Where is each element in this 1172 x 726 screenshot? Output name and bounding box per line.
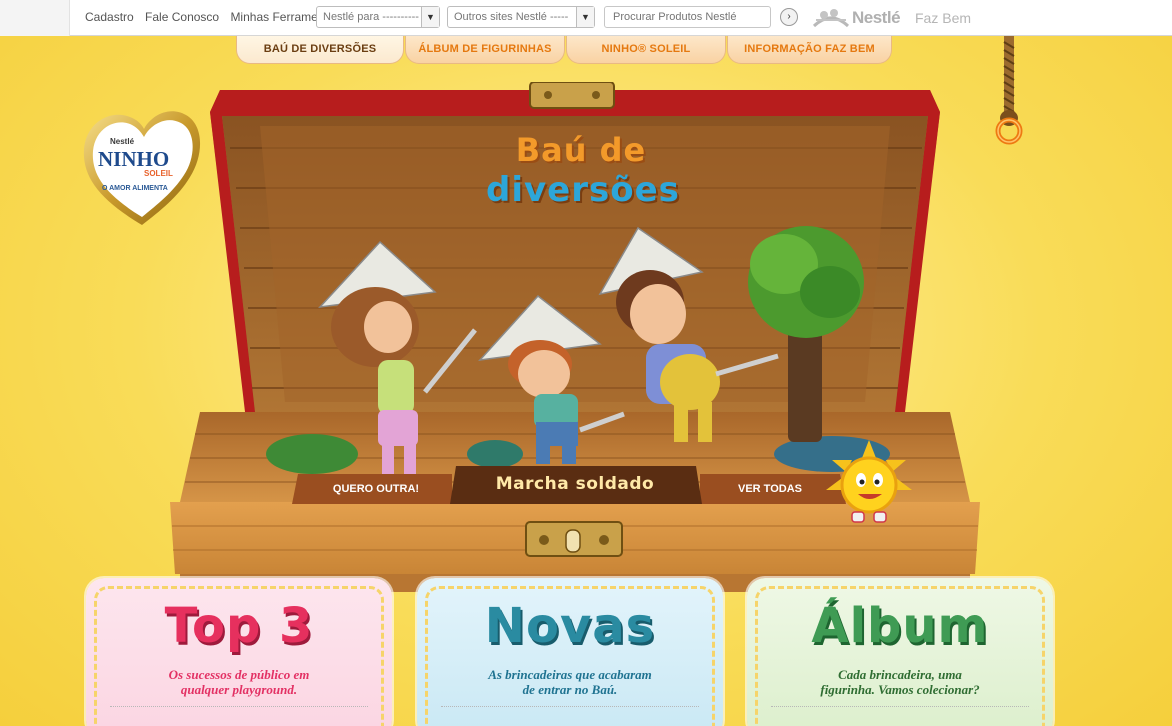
title-line-1: Baú de xyxy=(515,131,647,169)
tab-album-de-figurinhas[interactable]: Álbum de Figurinhas xyxy=(405,36,565,64)
search-products-input[interactable] xyxy=(604,6,771,28)
card-top3-title: Top 3 xyxy=(164,598,314,654)
utility-links: Cadastro Fale Conosco Minhas Ferramentas xyxy=(85,10,348,24)
tab-bau-de-diversoes[interactable]: Baú de Diversões xyxy=(236,36,404,64)
rope-icon[interactable] xyxy=(990,36,1030,146)
bau-de-diversoes-title: Baú de diversões xyxy=(486,130,679,210)
card-top3[interactable]: Top 3 Os sucessos de público em qualquer… xyxy=(86,578,392,726)
card-novas-line2: de entrar no Baú. xyxy=(522,682,618,697)
card-top3-description: Os sucessos de público em qualquer playg… xyxy=(86,667,392,697)
search-go-icon[interactable]: › xyxy=(780,8,798,26)
outros-sites-select-value: Outros sites Nestlé ----- xyxy=(454,11,569,23)
chevron-down-icon: ▼ xyxy=(576,7,594,27)
nestle-logo[interactable]: Nestlé xyxy=(812,4,912,30)
card-novas-description: As brincadeiras que acabaram de entrar n… xyxy=(417,667,723,697)
top-navigation-bar: Cadastro Fale Conosco Minhas Ferramentas… xyxy=(0,0,1172,36)
card-album-line2: figurinha. Vamos colecionar? xyxy=(820,682,980,697)
title-line-2-text: diversões xyxy=(486,170,680,210)
link-cadastro[interactable]: Cadastro xyxy=(85,10,134,24)
nestle-para-select-value: Nestlé para ---------- xyxy=(323,11,419,23)
ver-todas-button[interactable]: VER TODAS xyxy=(700,474,840,504)
card-album-title: Álbum xyxy=(811,598,989,654)
card-top3-line1: Os sucessos de público em xyxy=(168,667,310,682)
tab-informacao-faz-bem[interactable]: Informação Faz Bem xyxy=(727,36,892,64)
card-novas-title: Novas xyxy=(484,598,656,654)
card-novas[interactable]: Novas As brincadeiras que acabaram de en… xyxy=(417,578,723,726)
nestle-para-select[interactable]: Nestlé para ---------- ▼ xyxy=(316,6,440,28)
quero-outra-button[interactable]: QUERO OUTRA! xyxy=(300,474,452,504)
tab-ninho-soleil[interactable]: Ninho® Soleil xyxy=(566,36,726,64)
chevron-down-icon: ▼ xyxy=(421,7,439,27)
card-top3-divider xyxy=(110,706,368,707)
outros-sites-select[interactable]: Outros sites Nestlé ----- ▼ xyxy=(447,6,595,28)
title-line-2: diversões xyxy=(486,170,679,210)
faz-bem-tagline: Faz Bem xyxy=(915,10,972,26)
card-album-description: Cada brincadeira, uma figurinha. Vamos c… xyxy=(747,667,1053,697)
card-novas-line1: As brincadeiras que acabaram xyxy=(488,667,652,682)
card-novas-divider xyxy=(441,706,699,707)
card-top3-line2: qualquer playground. xyxy=(180,682,298,697)
logo-nestle-small: Nestlé xyxy=(110,137,135,146)
nestle-wordmark: Nestlé xyxy=(852,8,901,27)
current-game-label: Marcha soldado xyxy=(495,474,655,494)
logo-slogan: O AMOR ALIMENTA xyxy=(102,185,168,192)
nestle-nest-icon xyxy=(812,9,850,28)
card-album[interactable]: Álbum Cada brincadeira, uma figurinha. V… xyxy=(747,578,1053,726)
card-album-line1: Cada brincadeira, uma xyxy=(838,667,962,682)
link-fale-conosco[interactable]: Fale Conosco xyxy=(145,10,219,24)
card-album-divider xyxy=(771,706,1029,707)
topbar-left-pad xyxy=(0,0,70,36)
